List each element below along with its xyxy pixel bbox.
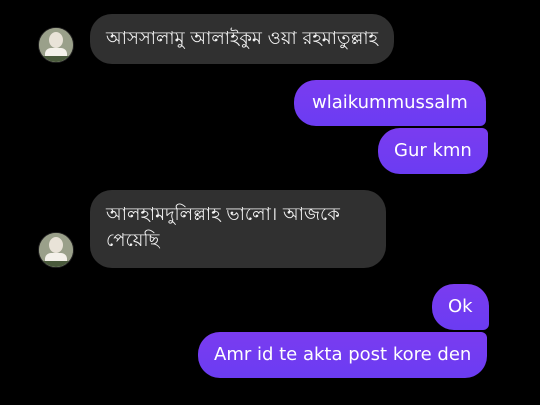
- message-bubble-outgoing[interactable]: Ok: [432, 284, 489, 330]
- avatar-photo-icon: [39, 28, 73, 62]
- contact-avatar[interactable]: [38, 27, 74, 63]
- chat-thread: আসসালামু আলাইকুম ওয়া রহমাতুল্লাহ wlaiku…: [0, 0, 540, 405]
- avatar-photo-icon: [39, 233, 73, 267]
- message-text: wlaikummussalm: [312, 92, 468, 113]
- message-bubble-incoming[interactable]: আলহামদুলিল্লাহ ভালো। আজকে পেয়েছি: [90, 190, 386, 268]
- message-text: Ok: [448, 296, 473, 317]
- message-bubble-incoming[interactable]: আসসালামু আলাইকুম ওয়া রহমাতুল্লাহ: [90, 14, 394, 64]
- contact-avatar[interactable]: [38, 232, 74, 268]
- message-text: আলহামদুলিল্লাহ ভালো। আজকে পেয়েছি: [106, 204, 340, 251]
- message-bubble-outgoing[interactable]: Gur kmn: [378, 128, 488, 174]
- message-bubble-outgoing[interactable]: Amr id te akta post kore den: [198, 332, 488, 378]
- message-bubble-outgoing[interactable]: wlaikummussalm: [294, 80, 486, 126]
- message-text: Amr id te akta post kore den: [214, 344, 472, 365]
- message-text: আসসালামু আলাইকুম ওয়া রহমাতুল্লাহ: [106, 28, 378, 49]
- message-text: Gur kmn: [394, 140, 472, 161]
